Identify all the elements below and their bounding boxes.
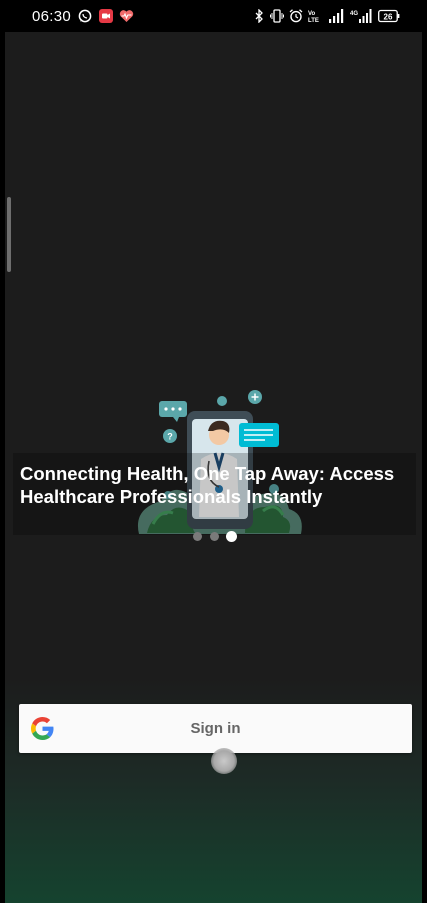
page-dot-1[interactable] <box>193 532 202 541</box>
onboarding-caption: Connecting Health, One Tap Away: Access … <box>20 463 395 507</box>
status-bar: 06:30 Vo LTE 4G 26 <box>0 0 427 32</box>
page-dot-3-active[interactable] <box>226 531 237 542</box>
scrollbar-thumb[interactable] <box>7 197 11 272</box>
battery-level: 26 <box>384 12 393 21</box>
status-time: 06:30 <box>32 8 72 25</box>
battery-icon: 26 <box>378 9 400 23</box>
bluetooth-icon <box>255 9 263 23</box>
svg-text:?: ? <box>167 432 173 442</box>
vibrate-icon <box>270 9 284 23</box>
health-icon <box>119 10 134 22</box>
signal-4g-icon: 4G <box>350 9 372 23</box>
svg-text:4G: 4G <box>350 11 358 17</box>
signin-label: Sign in <box>190 720 241 737</box>
alarm-icon <box>289 9 303 23</box>
signal-icon <box>329 9 344 23</box>
google-signin-button[interactable]: Sign in <box>19 704 412 753</box>
svg-text:LTE: LTE <box>308 18 319 23</box>
svg-text:Vo: Vo <box>308 11 316 17</box>
whatsapp-icon <box>78 9 92 23</box>
touch-indicator <box>211 748 237 774</box>
volte-icon: Vo LTE <box>308 11 319 23</box>
screen-recorder-icon <box>99 9 113 23</box>
page-dot-2[interactable] <box>210 532 219 541</box>
onboarding-screen: ? Connecting Health, One Tap Away: Acces… <box>5 32 422 903</box>
